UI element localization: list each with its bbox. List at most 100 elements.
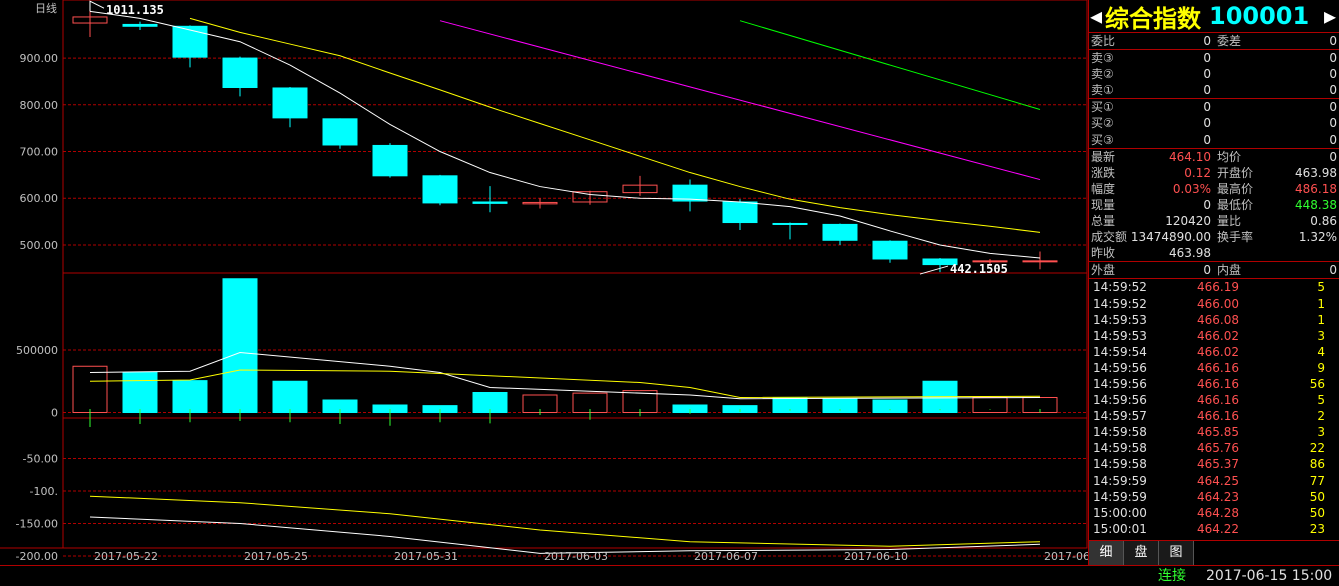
tick-row: 14:59:52 466.19 5	[1089, 279, 1339, 295]
order-diff-label: 委差	[1217, 34, 1242, 48]
tab-chart[interactable]: 图	[1159, 541, 1194, 565]
tick-row: 14:59:53 466.02 3	[1089, 328, 1339, 344]
chart-frame	[62, 0, 1088, 549]
tab-detail[interactable]: 细	[1089, 541, 1124, 565]
tick-quantity: 1	[1317, 296, 1325, 311]
high-marker	[89, 0, 105, 12]
tick-time: 14:59:52	[1093, 280, 1147, 295]
candle-body	[1022, 260, 1058, 263]
indicator-line-yellow	[89, 495, 1041, 547]
tick-row: 14:59:59 464.23 50	[1089, 489, 1339, 505]
period-label: 日线	[35, 1, 57, 15]
volume-bar	[972, 397, 1008, 413]
quote-label: 幅度	[1091, 181, 1116, 196]
tick-quantity: 1	[1317, 312, 1325, 327]
buy-level-price: 0	[1203, 132, 1211, 147]
connection-status[interactable]: 连接	[1158, 567, 1186, 586]
volume-axis-label: 500000	[16, 344, 58, 357]
quote-row: 涨跌 0.12 开盘价 463.98	[1089, 165, 1339, 181]
kline-chart[interactable]: 900.00 800.00 700.00 600.00 500.00 日线 500000 0 -…	[0, 0, 1088, 565]
tick-price: 464.23	[1197, 489, 1239, 504]
candle-body	[272, 87, 308, 119]
volume-bar	[72, 365, 108, 413]
prev-security-icon[interactable]: ◀	[1089, 4, 1103, 28]
price-axis-label: 900.00	[20, 52, 59, 65]
tick-quantity: 3	[1317, 425, 1325, 440]
quote-row: 成交额 13474890.00 换手率 1.32%	[1089, 229, 1339, 245]
inner-volume-label: 内盘	[1217, 263, 1242, 278]
indicator-axis-label: -100.	[30, 485, 58, 498]
tick-price: 465.85	[1197, 425, 1239, 440]
quote-label-2: 最低价	[1217, 197, 1254, 212]
tick-price: 464.22	[1197, 521, 1239, 536]
ma-line-white	[89, 10, 1041, 259]
tick-quantity: 22	[1309, 441, 1325, 456]
indicator-axis-label: -150.00	[16, 518, 58, 531]
indicator-axis-label: -200.00	[16, 550, 58, 563]
inner-volume-value: 0	[1329, 263, 1337, 278]
tick-row: 14:59:54 466.02 4	[1089, 344, 1339, 360]
security-name: 综合指数	[1105, 4, 1201, 33]
sell-level-price: 0	[1203, 67, 1211, 82]
quote-label: 涨跌	[1091, 165, 1116, 180]
tick-time: 14:59:59	[1093, 473, 1147, 488]
volume-bar	[872, 399, 908, 413]
quote-label: 现量	[1091, 197, 1116, 212]
tick-quantity: 2	[1317, 409, 1325, 424]
tick-quantity: 4	[1317, 344, 1325, 359]
tick-row: 14:59:59 464.25 77	[1089, 473, 1339, 489]
candle-body	[472, 201, 508, 204]
outer-volume-label: 外盘	[1091, 263, 1116, 278]
order-diff-value: 0	[1329, 34, 1337, 48]
tab-orderbook[interactable]: 盘	[1124, 541, 1159, 565]
date-axis-label: 2017-05-25	[244, 550, 308, 563]
security-title-bar: ◀ 综合指数 100001 ▶	[1089, 0, 1339, 33]
tick-row: 14:59:56 466.16 56	[1089, 376, 1339, 392]
quote-value-2: 486.18	[1295, 181, 1337, 196]
quote-label: 成交额	[1091, 230, 1128, 245]
sell-level-row: 卖③ 0 0	[1089, 50, 1339, 66]
tick-time: 14:59:52	[1093, 296, 1147, 311]
tick-price: 464.28	[1197, 505, 1239, 520]
tick-time: 15:00:00	[1093, 505, 1147, 520]
tick-price: 466.16	[1197, 409, 1239, 424]
quote-value: 120420	[1165, 214, 1211, 229]
low-price-label: 442.1505	[950, 262, 1008, 276]
sell-level-row: 卖② 0 0	[1089, 66, 1339, 82]
tick-time: 14:59:53	[1093, 312, 1147, 327]
tick-quantity: 77	[1309, 473, 1325, 488]
kline-chart-area[interactable]: 900.00 800.00 700.00 600.00 500.00 日线 500000 0 -…	[0, 0, 1088, 565]
quote-label-2: 均价	[1217, 149, 1242, 164]
quote-value: 13474890.00	[1130, 230, 1211, 245]
candle-body	[722, 201, 758, 224]
quote-label-2: 最高价	[1217, 181, 1254, 196]
sell-level-label: 卖②	[1091, 67, 1114, 82]
quote-row: 总量 120420 量比 0.86	[1089, 213, 1339, 229]
price-axis-label: 500.00	[20, 239, 59, 252]
tick-row: 14:59:52 466.00 1	[1089, 296, 1339, 312]
outer-inner-row: 外盘 0 内盘 0	[1089, 262, 1339, 280]
tick-row: 14:59:53 466.08 1	[1089, 312, 1339, 328]
candle-body	[372, 144, 408, 177]
order-ratio-value: 0	[1203, 34, 1211, 48]
tick-price: 466.02	[1197, 344, 1239, 359]
buy-level-volume: 0	[1329, 100, 1337, 115]
date-axis-label: 2017-06-15	[1044, 550, 1088, 563]
tick-quantity: 9	[1317, 360, 1325, 375]
quote-value: 463.98	[1169, 246, 1211, 261]
sell-level-price: 0	[1203, 51, 1211, 66]
buy-level-row: 买③ 0 0	[1089, 132, 1339, 149]
quote-label: 昨收	[1091, 246, 1116, 261]
next-security-icon[interactable]: ▶	[1323, 4, 1337, 28]
tick-row: 14:59:58 465.37 86	[1089, 456, 1339, 472]
tick-quantity: 5	[1317, 280, 1325, 295]
quote-value-2: 0	[1329, 149, 1337, 164]
candle-body	[422, 175, 458, 204]
tick-time: 14:59:56	[1093, 360, 1147, 375]
buy-level-label: 买①	[1091, 100, 1114, 115]
date-axis-label: 2017-05-22	[94, 550, 158, 563]
tick-price: 466.00	[1197, 296, 1239, 311]
tick-quantity: 23	[1309, 521, 1325, 536]
candle-body	[172, 25, 208, 58]
buy-level-label: 买②	[1091, 116, 1114, 131]
